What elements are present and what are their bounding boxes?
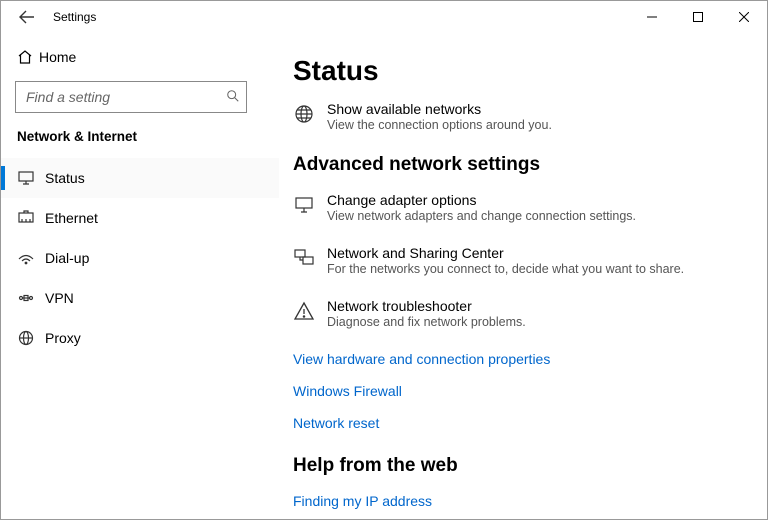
vpn-icon (17, 289, 45, 307)
advanced-heading: Advanced network settings (293, 154, 747, 176)
show-networks-sub: View the connection options around you. (327, 118, 552, 132)
link-find-ip[interactable]: Finding my IP address (293, 493, 747, 509)
sidebar-item-ethernet[interactable]: Ethernet (1, 198, 279, 238)
sharing-title: Network and Sharing Center (327, 245, 684, 261)
search-input[interactable] (24, 88, 226, 106)
sidebar-item-label: Proxy (45, 330, 81, 346)
dialup-icon (17, 249, 45, 267)
window-controls (629, 1, 767, 33)
sidebar-home[interactable]: Home (1, 39, 279, 75)
adapter-sub: View network adapters and change connect… (327, 209, 636, 223)
content: Status Show available networks View the … (279, 33, 767, 519)
proxy-icon (17, 329, 45, 347)
sidebar-item-proxy[interactable]: Proxy (1, 318, 279, 358)
home-icon (17, 49, 39, 65)
sidebar-category: Network & Internet (1, 123, 279, 158)
globe-icon (293, 101, 327, 130)
help-heading: Help from the web (293, 455, 747, 477)
sidebar-item-label: VPN (45, 290, 74, 306)
show-networks-title: Show available networks (327, 101, 552, 117)
sidebar: Home Network & Internet Status (1, 33, 279, 519)
show-networks-row[interactable]: Show available networks View the connect… (293, 101, 747, 132)
troubleshoot-title: Network troubleshooter (327, 298, 526, 314)
sidebar-home-label: Home (39, 49, 76, 65)
sidebar-item-label: Dial-up (45, 250, 89, 266)
search-box[interactable] (15, 81, 247, 113)
sidebar-item-vpn[interactable]: VPN (1, 278, 279, 318)
titlebar: Settings (1, 1, 767, 33)
sidebar-item-status[interactable]: Status (1, 158, 279, 198)
ethernet-icon (17, 209, 45, 227)
sharing-center-row[interactable]: Network and Sharing Center For the netwo… (293, 245, 747, 276)
adapter-icon (293, 192, 327, 221)
link-network-reset[interactable]: Network reset (293, 415, 747, 431)
link-hardware-properties[interactable]: View hardware and connection properties (293, 351, 747, 367)
minimize-button[interactable] (629, 1, 675, 33)
back-button[interactable] (9, 1, 45, 33)
troubleshoot-sub: Diagnose and fix network problems. (327, 315, 526, 329)
sharing-sub: For the networks you connect to, decide … (327, 262, 684, 276)
maximize-button[interactable] (675, 1, 721, 33)
window-title: Settings (53, 10, 96, 24)
search-icon (226, 89, 240, 106)
sidebar-item-label: Status (45, 170, 85, 186)
link-windows-firewall[interactable]: Windows Firewall (293, 383, 747, 399)
page-title: Status (293, 55, 747, 87)
status-icon (17, 169, 45, 187)
sidebar-item-dialup[interactable]: Dial-up (1, 238, 279, 278)
sharing-icon (293, 245, 327, 274)
close-button[interactable] (721, 1, 767, 33)
adapter-options-row[interactable]: Change adapter options View network adap… (293, 192, 747, 223)
troubleshooter-row[interactable]: Network troubleshooter Diagnose and fix … (293, 298, 747, 329)
sidebar-item-label: Ethernet (45, 210, 98, 226)
adapter-title: Change adapter options (327, 192, 636, 208)
troubleshoot-icon (293, 298, 327, 327)
sidebar-nav: Status Ethernet Dial-up VPN (1, 158, 279, 358)
